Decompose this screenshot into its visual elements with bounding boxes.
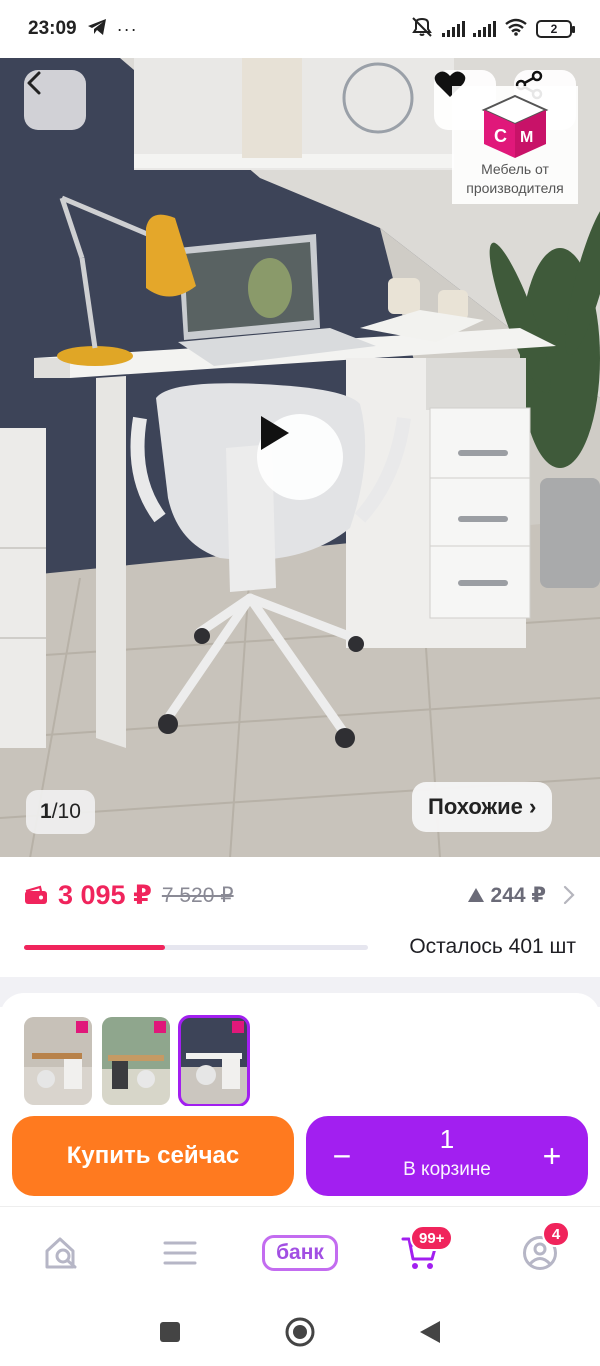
thumbnail-strip: [24, 1015, 250, 1107]
wifi-icon: [504, 18, 528, 41]
buy-now-button[interactable]: Купить сейчас: [12, 1116, 294, 1196]
stock-progress-fill: [24, 944, 166, 950]
play-video-button[interactable]: [257, 414, 343, 500]
status-time: 23:09: [28, 18, 77, 39]
triangle-back-icon: [420, 1321, 440, 1343]
thumbnails-section: [0, 993, 600, 1123]
status-right: 2: [410, 16, 575, 42]
stock-progress-bar: [24, 944, 368, 950]
brand-caption: Мебель от производителя: [466, 161, 564, 196]
stock-remaining: Осталось 401 шт: [409, 935, 576, 958]
notification-more-icon: ···: [116, 18, 138, 39]
current-price: 3 095 ₽: [58, 879, 152, 910]
menu-icon: [163, 1241, 197, 1265]
price-row: 3 095 ₽ 7 520 ₽ 244 ₽: [24, 877, 576, 913]
triangle-up-icon: [467, 888, 484, 902]
cart-count-badge: 99+: [410, 1225, 454, 1251]
status-bar: 23:09 ··· 2: [0, 0, 600, 58]
wallet-icon: [25, 885, 47, 904]
gallery-counter-current: 1: [40, 800, 52, 823]
cart-quantity-info[interactable]: 1 В корзине: [366, 1124, 528, 1181]
home-system-button[interactable]: [282, 1314, 318, 1350]
thumbnail-variant-2[interactable]: [102, 1017, 170, 1105]
price-card: 3 095 ₽ 7 520 ₽ 244 ₽ Осталось 401 шт: [0, 857, 600, 977]
signal-icon: [442, 21, 465, 37]
nav-bank[interactable]: банк: [262, 1235, 338, 1271]
mute-vibrate-icon: [410, 16, 434, 42]
brand-badge: C M Мебель от производителя: [452, 86, 578, 204]
bottom-navigation: банк 99+ 4: [0, 1206, 600, 1298]
stock-row: Осталось 401 шт: [24, 933, 576, 961]
home-search-icon: [45, 1237, 77, 1269]
recent-apps-button[interactable]: [152, 1314, 188, 1350]
price-diff-value: 244 ₽: [490, 883, 546, 907]
play-icon: [261, 416, 289, 450]
back-button[interactable]: [24, 70, 86, 130]
increase-quantity-button[interactable]: +: [528, 1132, 576, 1180]
svg-text:C: C: [494, 126, 507, 146]
gallery-counter-total: 10: [57, 800, 81, 823]
nav-home[interactable]: [38, 1229, 86, 1277]
chevron-right-icon: [563, 885, 575, 905]
status-left: 23:09 ···: [28, 18, 138, 41]
decrease-quantity-button[interactable]: −: [318, 1132, 366, 1180]
price-history-link[interactable]: 244 ₽: [467, 883, 576, 908]
signal-icon-2: [473, 21, 496, 37]
back-system-button[interactable]: [412, 1314, 448, 1350]
thumbnail-variant-1[interactable]: [24, 1017, 92, 1105]
in-cart-label: В корзине: [403, 1159, 491, 1180]
square-icon: [160, 1322, 180, 1342]
brand-logo: C M: [481, 94, 549, 158]
similar-button[interactable]: Похожие ›: [412, 782, 553, 832]
nav-catalog[interactable]: [156, 1229, 204, 1277]
battery-icon: 2: [536, 20, 575, 38]
system-navigation-bar: [0, 1298, 600, 1366]
svg-text:M: M: [520, 129, 533, 146]
old-price: 7 520 ₽: [161, 883, 234, 907]
circle-icon: [285, 1317, 315, 1347]
product-gallery[interactable]: C M Мебель от производителя 1 / 10 Похож…: [0, 58, 600, 858]
telegram-icon: [87, 18, 107, 41]
profile-notification-badge: 4: [542, 1221, 570, 1247]
chevron-left-icon: [27, 71, 41, 95]
cart-quantity-control: − 1 В корзине +: [306, 1116, 588, 1196]
thumbnail-variant-3[interactable]: [178, 1015, 250, 1107]
cart-quantity-value: 1: [439, 1124, 455, 1154]
purchase-action-bar: Купить сейчас − 1 В корзине +: [0, 1106, 600, 1206]
gallery-counter: 1 / 10: [26, 790, 95, 834]
